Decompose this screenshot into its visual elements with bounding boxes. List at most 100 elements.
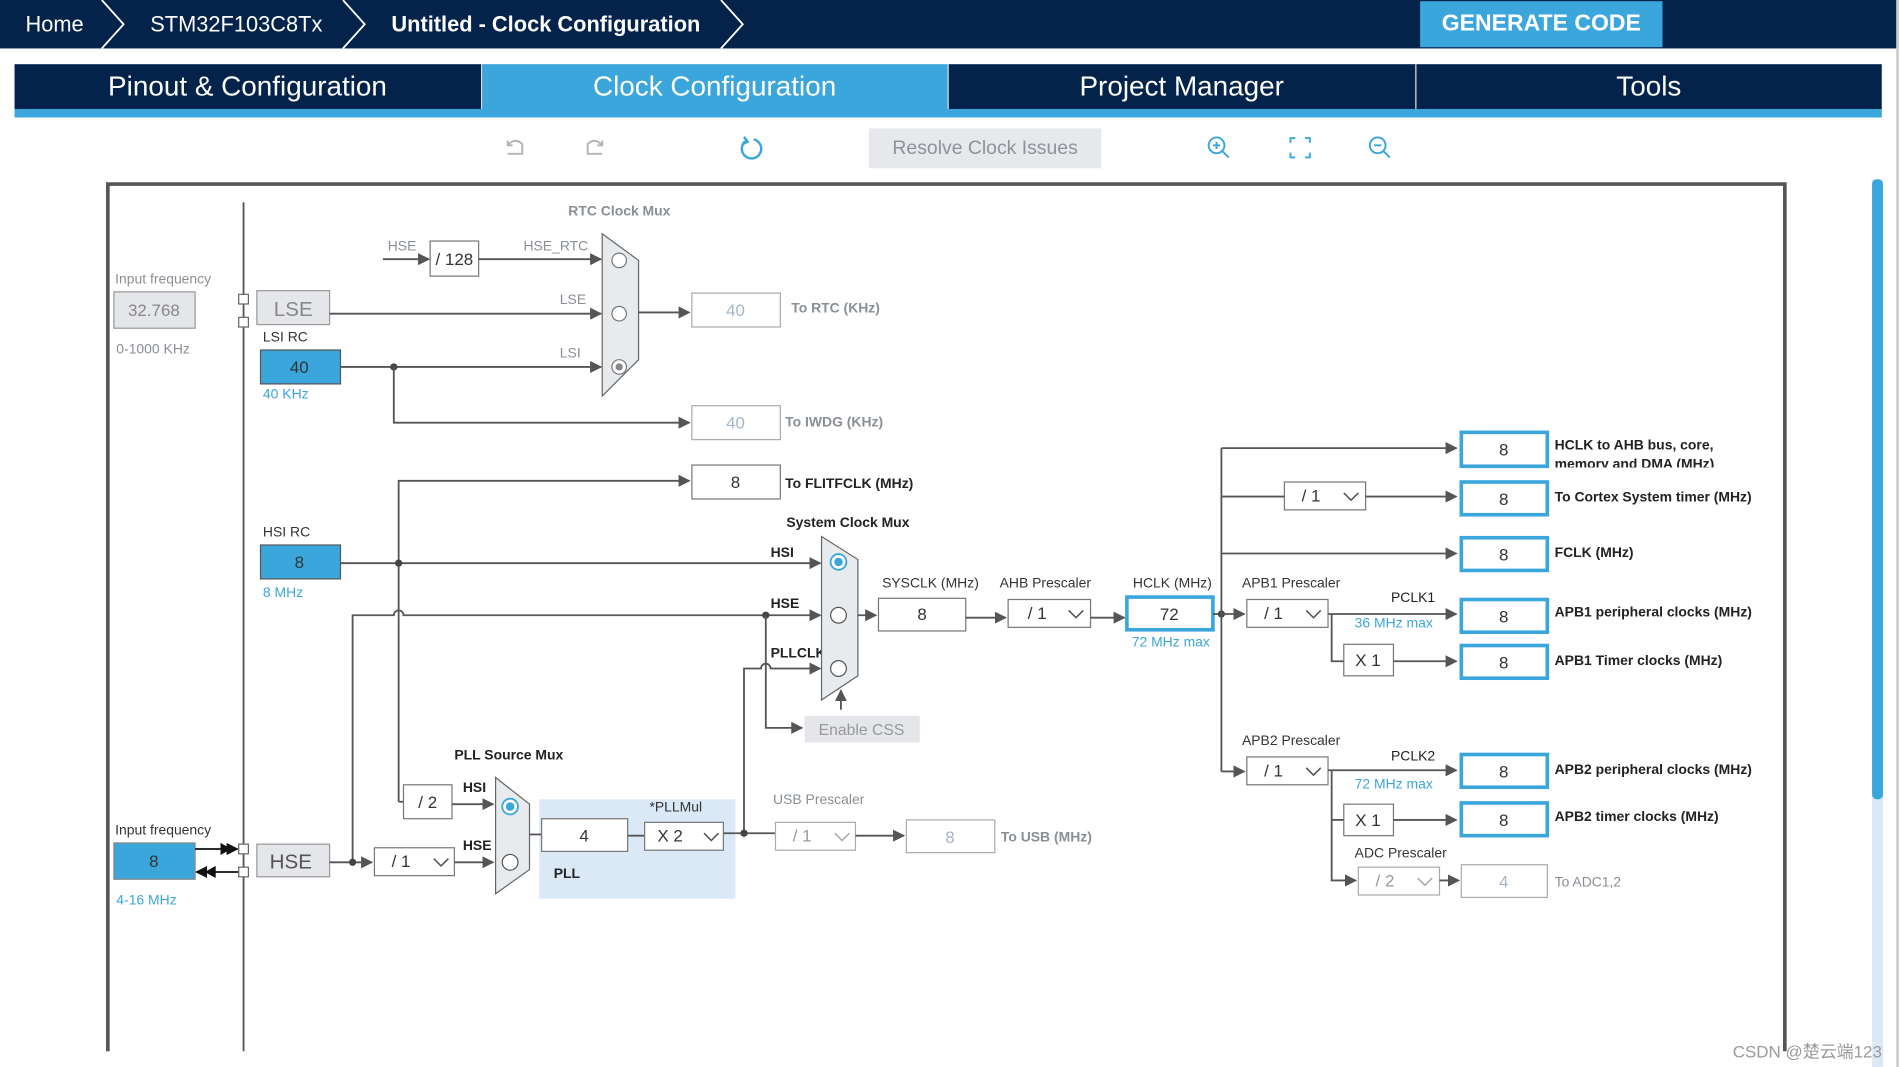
svg-text:X 1: X 1 (1355, 651, 1380, 670)
pllmul-dropdown[interactable]: X 2 (644, 821, 724, 851)
svg-text:X 1: X 1 (1355, 811, 1380, 830)
rtc-mux-label: RTC Clock Mux (568, 203, 670, 219)
hse-block: HSE (256, 843, 331, 878)
apb1-timer-label: APB1 Timer clocks (MHz) (1555, 652, 1723, 668)
apb2-max: 72 MHz max (1355, 775, 1433, 791)
sysmux-radio-hsi[interactable] (829, 553, 848, 571)
lse-input-label: Input frequency (115, 270, 211, 286)
rtc-lse-label: LSE (560, 291, 586, 307)
pin-square (238, 316, 250, 328)
hse-prediv-dropdown[interactable]: / 1 (373, 847, 455, 877)
sysmux-radio-pllclk[interactable] (830, 660, 847, 678)
sysmux-radio-hse[interactable] (830, 606, 847, 624)
adc-output-label: To ADC1,2 (1555, 874, 1622, 890)
ahb-bus-label-line2: memory and DMA (MHz) (1555, 456, 1715, 472)
hse-input-label: Input frequency (115, 821, 211, 837)
lsi-note: 40 KHz (263, 385, 309, 401)
rtc-radio-lse[interactable] (611, 305, 628, 322)
apb2-timer-multiplier: X 1 (1343, 803, 1395, 837)
svg-text:/ 1: / 1 (793, 827, 812, 846)
apb1-peripheral-label: APB1 peripheral clocks (MHz) (1555, 603, 1752, 619)
system-clock-mux-label: System Clock Mux (786, 514, 909, 530)
svg-text:/ 1: / 1 (392, 852, 411, 871)
apb2-peripheral-label: APB2 peripheral clocks (MHz) (1555, 761, 1752, 777)
rtc-radio-lsi[interactable] (611, 359, 628, 375)
pllsrc-radio-hse[interactable] (501, 853, 519, 871)
svg-text:8: 8 (1499, 608, 1508, 627)
svg-text:8: 8 (1499, 440, 1508, 459)
iwdg-output-label: To IWDG (KHz) (785, 413, 883, 429)
cortex-timer-divider-dropdown[interactable]: / 1 (1283, 481, 1367, 511)
adc-prescaler-label: ADC Prescaler (1355, 844, 1447, 860)
flitfclk-output-label: To FLITFCLK (MHz) (785, 475, 913, 491)
adc-clock-value: 4 (1460, 864, 1548, 899)
flitfclk-output-value: 8 (691, 464, 781, 500)
svg-text:8: 8 (1499, 811, 1508, 830)
apb1-prescaler-dropdown[interactable]: / 1 (1246, 598, 1329, 628)
svg-text:Enable CSS: Enable CSS (819, 722, 905, 739)
stm32cubemx-window: Home STM32F103C8Tx Untitled - Clock Conf… (0, 0, 1900, 1067)
apb2-timer-label: APB2 timer clocks (MHz) (1555, 808, 1719, 824)
apb2-timer-clock-value: 8 (1459, 801, 1550, 838)
enable-css-button[interactable]: Enable CSS (804, 715, 920, 743)
hsi-rc-value: 8 (259, 544, 342, 580)
usb-prescaler-dropdown[interactable]: / 1 (774, 821, 857, 851)
sysclk-label: SYSCLK (MHz) (882, 574, 979, 590)
usb-prescaler-label: USB Prescaler (773, 791, 865, 807)
svg-text:72: 72 (1160, 605, 1179, 624)
svg-text:/ 1: / 1 (1264, 604, 1283, 623)
hse-frequency-input[interactable]: 8 (113, 842, 196, 880)
rtc-output-label: To RTC (KHz) (791, 299, 880, 315)
ahb-prescaler-dropdown[interactable]: / 1 (1007, 598, 1092, 628)
svg-text:40: 40 (726, 414, 745, 433)
svg-text:8: 8 (917, 605, 926, 624)
scrollbar-thumb[interactable] (1872, 179, 1883, 800)
pll-source-mux (494, 776, 531, 895)
apb1-timer-clock-value: 8 (1459, 643, 1550, 681)
ahb-bus-label: HCLK to AHB bus, core, (1555, 436, 1714, 452)
usb-clock-value: 8 (905, 819, 996, 854)
pll-label: PLL (554, 865, 581, 881)
watermark: CSDN @楚云端123 (1732, 1041, 1882, 1061)
svg-text:/ 1: / 1 (1028, 604, 1047, 623)
pin-square (238, 293, 250, 305)
rtc-radio-hse[interactable] (611, 252, 628, 269)
hclk-label: HCLK (MHz) (1133, 574, 1212, 590)
svg-text:40: 40 (290, 358, 309, 377)
hclk-input[interactable]: 72 (1125, 595, 1215, 632)
sysmux-hsi-label: HSI (771, 544, 794, 560)
adc-prescaler-dropdown[interactable]: / 2 (1357, 866, 1441, 896)
pllsrc-hsi-label: HSI (463, 779, 486, 795)
hsi-div2-box: / 2 (402, 784, 453, 820)
svg-text:32.768: 32.768 (128, 301, 180, 320)
hse-div128-box: / 128 (429, 240, 480, 277)
apb2-peripheral-clock-value: 8 (1459, 752, 1550, 790)
fclk-label: FCLK (MHz) (1555, 544, 1634, 560)
svg-text:8: 8 (731, 473, 740, 492)
sysmux-pllclk-label: PLLCLK (771, 645, 826, 661)
pllsrc-radio-hsi[interactable] (501, 797, 519, 816)
hse-rtc-label: HSE_RTC (523, 238, 588, 254)
svg-text:LSE: LSE (274, 298, 313, 321)
svg-text:/ 2: / 2 (1376, 872, 1395, 891)
pclk2-label: PCLK2 (1391, 748, 1435, 764)
apb1-max: 36 MHz max (1355, 614, 1433, 630)
apb1-timer-multiplier: X 1 (1343, 643, 1395, 677)
svg-text:/ 1: / 1 (1264, 761, 1283, 780)
pin-square (238, 843, 250, 855)
lse-frequency-input[interactable]: 32.768 (113, 291, 196, 329)
ahb-bus-clock-value: 8 (1459, 430, 1550, 469)
clock-tree-diagram: Input frequency 32.768 0-1000 KHz LSE LS… (106, 182, 1787, 1052)
svg-text:8: 8 (149, 852, 158, 871)
lsi-rc-value: 40 (259, 349, 342, 385)
cortex-timer-value: 8 (1459, 480, 1550, 517)
iwdg-output-value: 40 (691, 405, 781, 441)
lsi-rc-label: LSI RC (263, 329, 308, 345)
hclk-max: 72 MHz max (1132, 634, 1210, 650)
lse-range: 0-1000 KHz (116, 341, 190, 357)
apb2-prescaler-dropdown[interactable]: / 1 (1246, 756, 1329, 786)
svg-text:4: 4 (1499, 873, 1508, 892)
svg-text:40: 40 (726, 301, 745, 320)
svg-text:8: 8 (1499, 654, 1508, 673)
sysmux-hse-label: HSE (771, 595, 800, 611)
